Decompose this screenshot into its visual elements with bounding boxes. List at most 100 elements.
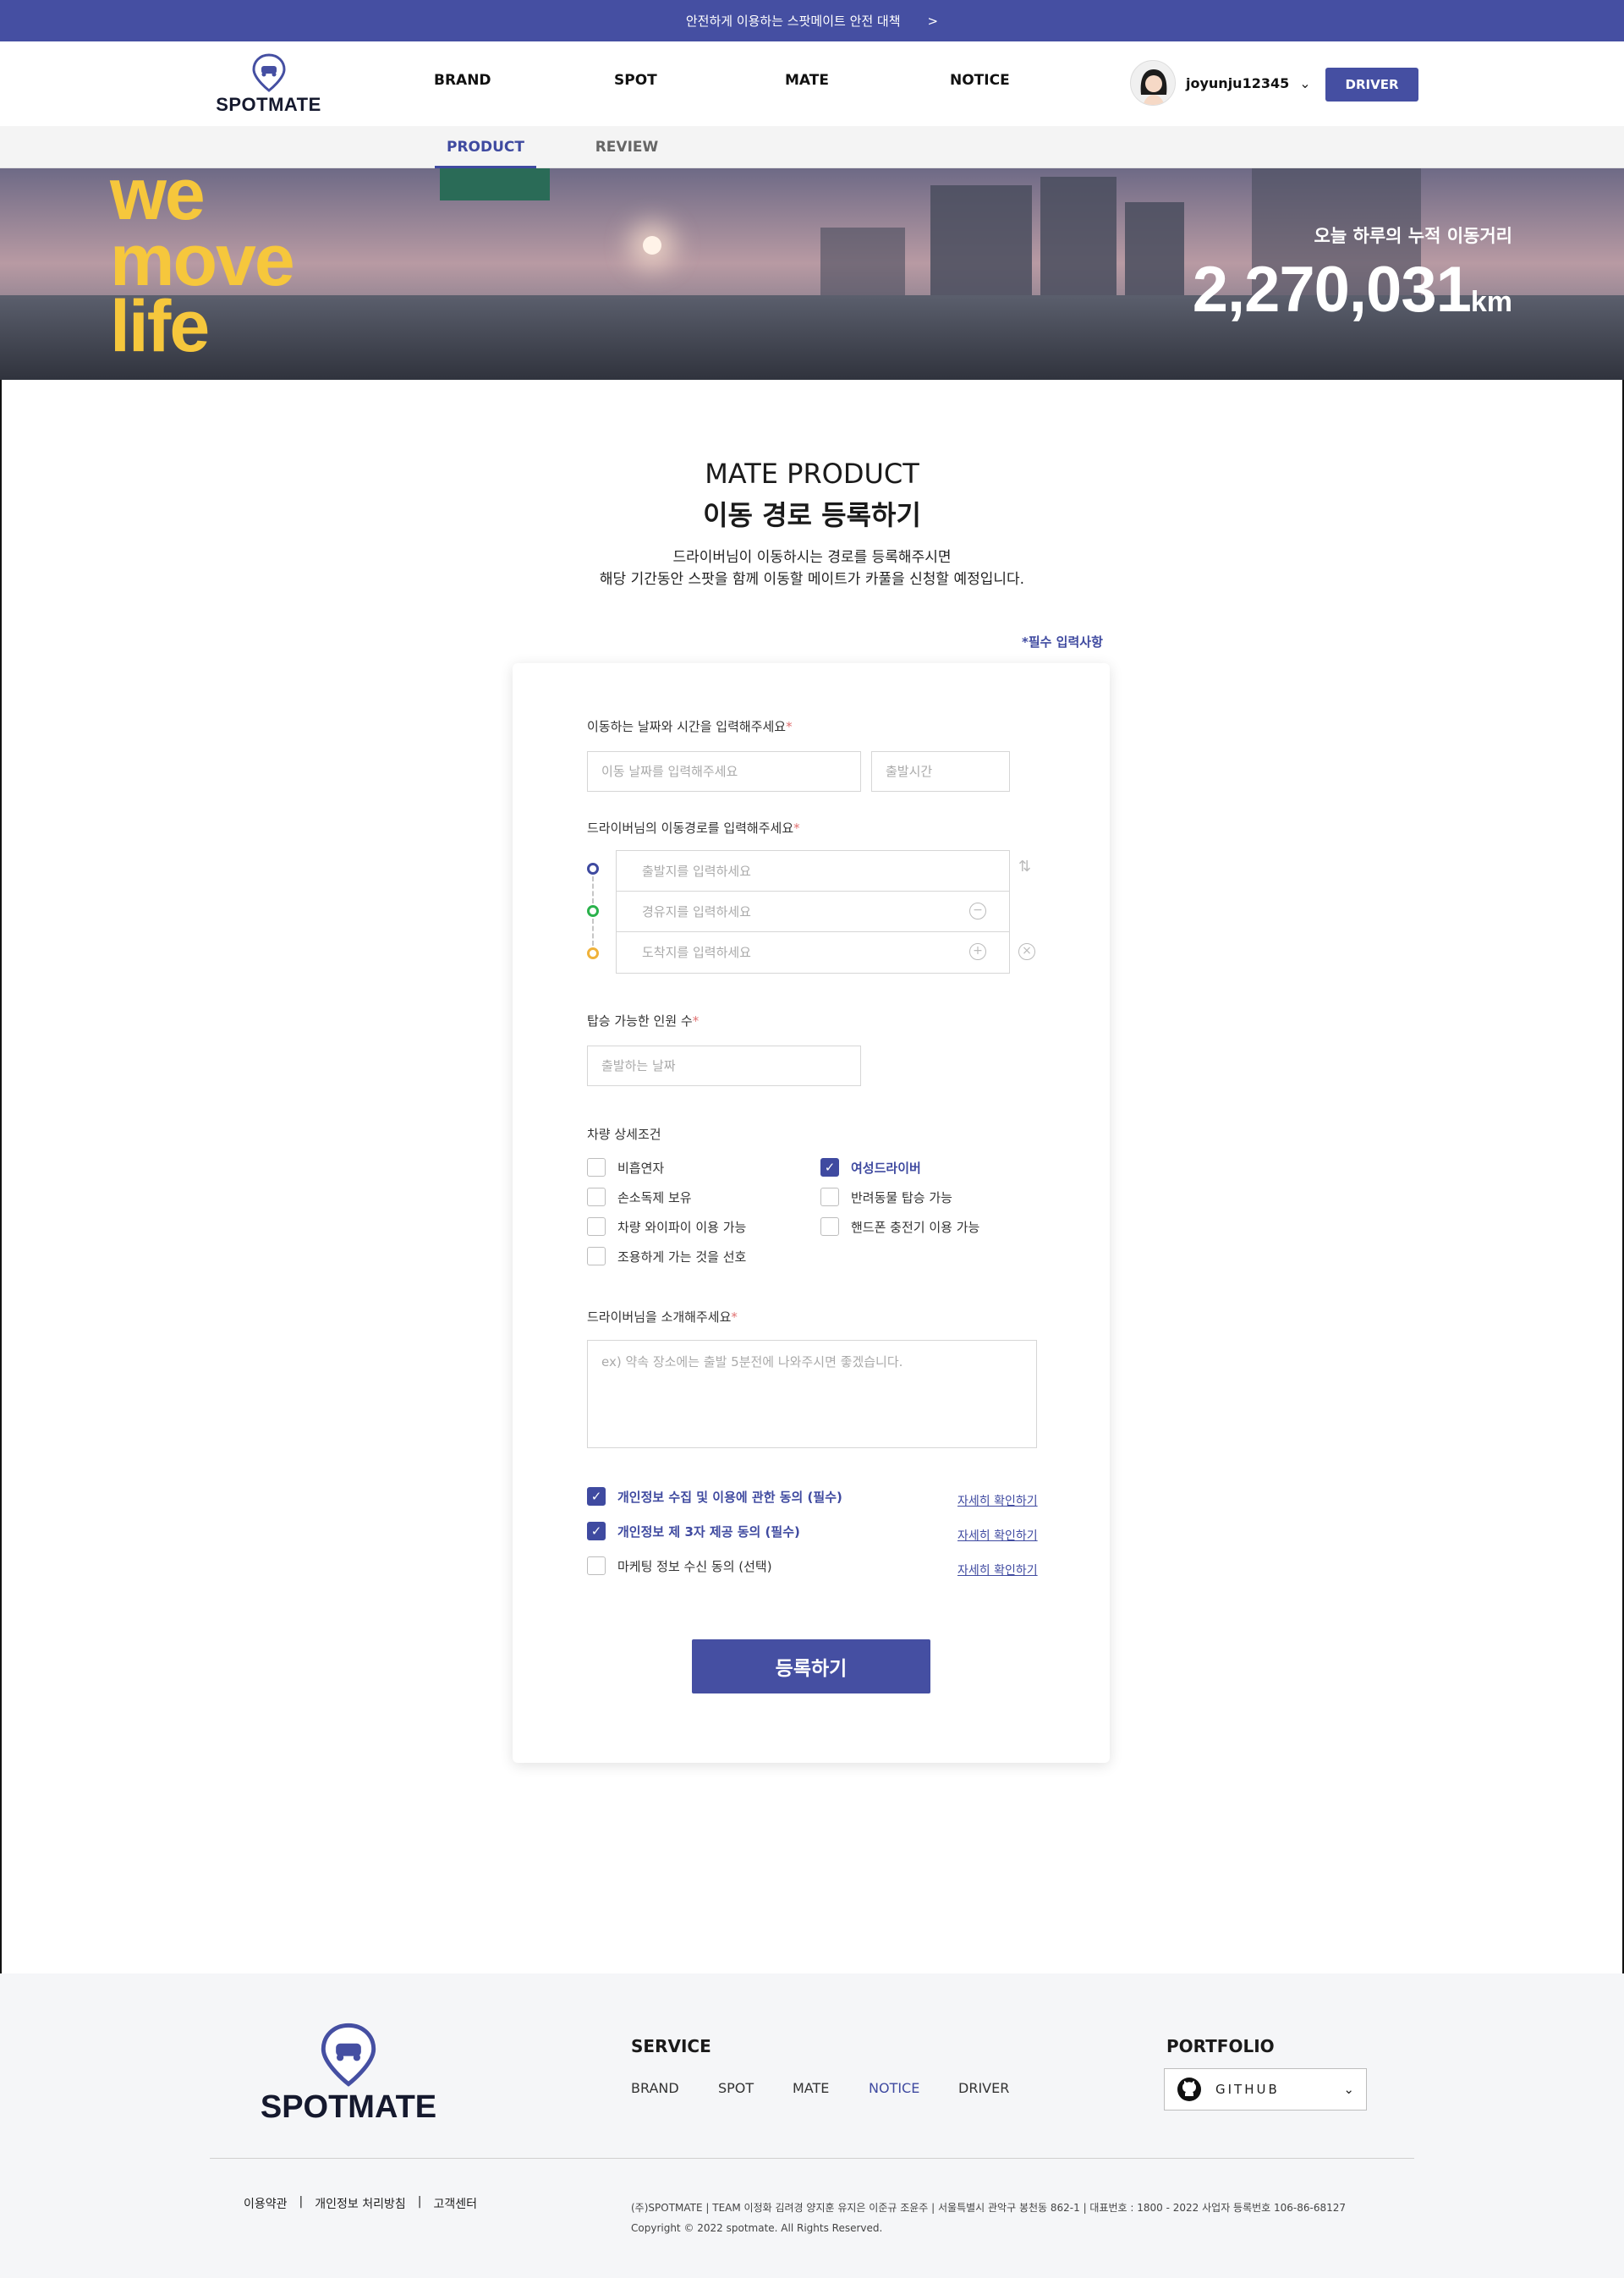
submit-button[interactable]: 등록하기 (692, 1639, 930, 1693)
registration-form-card: 이동하는 날짜와 시간을 입력해주세요* 이동 날짜를 입력해주세요 출발시간 … (513, 663, 1110, 1763)
checkbox-icon[interactable] (820, 1217, 839, 1236)
site-header: SPOTMATE BRAND SPOT MATE NOTICE joyunju1… (0, 41, 1624, 126)
user-menu[interactable]: joyunju12345 ⌄ (1130, 60, 1311, 106)
footer-link-mate[interactable]: MATE (793, 2080, 829, 2096)
nav-brand[interactable]: BRAND (434, 72, 491, 89)
announcement-arrow-icon[interactable]: > (928, 14, 939, 29)
separator: | (417, 2195, 422, 2209)
terms-link[interactable]: 이용약관 (244, 2195, 288, 2212)
route-label: 드라이버님의 이동경로를 입력해주세요* (587, 819, 800, 837)
swap-route-icon[interactable]: ⇅ (1018, 858, 1031, 876)
tab-product[interactable]: PRODUCT (435, 126, 536, 168)
date-input[interactable]: 이동 날짜를 입력해주세요 (587, 751, 861, 792)
clear-destination-icon[interactable]: × (1018, 943, 1035, 960)
sub-navigation: PRODUCT REVIEW (0, 126, 1624, 168)
agreement-checkbox[interactable]: ✓ 개인정보 수집 및 이용에 관한 동의 (필수) (587, 1487, 842, 1506)
hero-slogan: we move life (110, 168, 295, 363)
checkbox-icon[interactable] (587, 1556, 606, 1575)
service-heading: SERVICE (631, 2036, 711, 2056)
option-label: 차량 와이파이 이용 가능 (617, 1219, 747, 1235)
agreement-checkbox[interactable]: 마케팅 정보 수신 동의 (선택) (587, 1556, 772, 1575)
option-checkbox[interactable]: 조용하게 가는 것을 선호 (587, 1247, 746, 1265)
footer-logo[interactable]: SPOTMATE (249, 2022, 448, 2126)
option-checkbox[interactable]: 핸드폰 충전기 이용 가능 (820, 1217, 979, 1236)
checkmark-icon[interactable]: ✓ (587, 1487, 606, 1506)
route-label-text: 드라이버님의 이동경로를 입력해주세요 (587, 821, 794, 836)
option-checkbox[interactable]: 반려동물 탑승 가능 (820, 1188, 952, 1206)
road-sign (440, 168, 550, 200)
page-title-en: MATE PRODUCT (705, 458, 919, 490)
option-checkbox[interactable]: 손소독제 보유 (587, 1188, 692, 1206)
time-input[interactable]: 출발시간 (871, 751, 1010, 792)
github-icon (1177, 2078, 1201, 2101)
building-shape (1040, 177, 1116, 304)
agreement-checkbox[interactable]: ✓ 개인정보 제 3자 제공 동의 (필수) (587, 1522, 800, 1540)
checkbox-icon[interactable] (820, 1188, 839, 1206)
footer-link-spot[interactable]: SPOT (718, 2080, 754, 2096)
building-shape (820, 228, 905, 304)
checkbox-icon[interactable] (587, 1188, 606, 1206)
footer-link-brand[interactable]: BRAND (631, 2080, 679, 2096)
avatar[interactable] (1130, 60, 1176, 106)
nav-mate[interactable]: MATE (785, 72, 829, 89)
intro-label: 드라이버님을 소개해주세요* (587, 1308, 738, 1326)
page-description: 드라이버님이 이동하시는 경로를 등록해주시면 해당 기간동안 스팟을 함께 이… (0, 546, 1624, 590)
option-label: 손소독제 보유 (617, 1189, 692, 1205)
start-input[interactable]: 출발지를 입력하세요 (617, 851, 1009, 892)
option-label: 핸드폰 충전기 이용 가능 (851, 1219, 980, 1235)
add-waypoint-icon[interactable]: + (969, 943, 986, 960)
slogan-line: we (110, 168, 206, 235)
footer-link-notice[interactable]: NOTICE (869, 2080, 919, 2096)
building-shape (1125, 202, 1184, 304)
seats-input[interactable]: 출발하는 날짜 (587, 1046, 861, 1086)
nav-spot[interactable]: SPOT (614, 72, 657, 89)
required-mark: * (692, 1013, 700, 1029)
option-label: 조용하게 가는 것을 선호 (617, 1249, 747, 1265)
tab-review[interactable]: REVIEW (580, 126, 673, 168)
footer-divider (210, 2158, 1414, 2159)
option-checkbox[interactable]: 비흡연자 (587, 1158, 664, 1177)
privacy-policy-link[interactable]: 개인정보 처리방침 (315, 2195, 406, 2212)
description-line: 드라이버님이 이동하시는 경로를 등록해주시면 (672, 549, 952, 566)
checkmark-icon[interactable]: ✓ (587, 1522, 606, 1540)
separator: | (299, 2195, 304, 2209)
seats-label: 탑승 가능한 인원 수* (587, 1012, 699, 1029)
agreement-detail-link[interactable]: 자세히 확인하기 (957, 1492, 1038, 1509)
slogan-line: move (110, 220, 295, 301)
option-label: 여성드라이버 (851, 1160, 921, 1176)
driver-button[interactable]: DRIVER (1325, 68, 1418, 102)
checkbox-icon[interactable] (587, 1247, 606, 1265)
hero-banner: we move life 오늘 하루의 누적 이동거리 2,270,031km (0, 168, 1624, 380)
route-connector (592, 919, 594, 946)
option-checkbox[interactable]: 차량 와이파이 이용 가능 (587, 1217, 746, 1236)
intro-label-text: 드라이버님을 소개해주세요 (587, 1309, 732, 1325)
remove-waypoint-icon[interactable]: − (969, 903, 986, 919)
announcement-bar[interactable]: 안전하게 이용하는 스팟메이트 안전 대책 > (0, 0, 1624, 41)
announcement-text[interactable]: 안전하게 이용하는 스팟메이트 안전 대책 (686, 12, 901, 30)
destination-input[interactable]: 도착지를 입력하세요 (617, 932, 1009, 973)
checkbox-icon[interactable] (587, 1217, 606, 1236)
waypoint-input[interactable]: 경유지를 입력하세요 (617, 892, 1009, 932)
agreement-detail-link[interactable]: 자세히 확인하기 (957, 1527, 1038, 1544)
footer-link-driver[interactable]: DRIVER (958, 2080, 1009, 2096)
footer-logo-text: SPOTMATE (260, 2089, 437, 2125)
nav-notice[interactable]: NOTICE (950, 72, 1010, 89)
agreement-label: 개인정보 제 3자 제공 동의 (필수) (617, 1523, 800, 1540)
distance-counter: 2,270,031km (1193, 253, 1512, 327)
chevron-down-icon[interactable]: ⌄ (1299, 75, 1310, 91)
required-mark: * (786, 719, 793, 734)
github-dropdown[interactable]: GITHUB ⌄ (1164, 2068, 1367, 2111)
option-checkbox[interactable]: ✓ 여성드라이버 (820, 1158, 921, 1177)
description-line: 해당 기간동안 스팟을 함께 이동할 메이트가 카풀을 신청할 예정입니다. (599, 571, 1025, 588)
waypoint-icon (587, 905, 599, 917)
username[interactable]: joyunju12345 (1186, 75, 1289, 91)
checkmark-icon[interactable]: ✓ (820, 1158, 839, 1177)
customer-center-link[interactable]: 고객센터 (433, 2195, 477, 2212)
agreement-label: 개인정보 수집 및 이용에 관한 동의 (필수) (617, 1489, 842, 1505)
chevron-down-icon[interactable]: ⌄ (1343, 2082, 1354, 2097)
intro-textarea[interactable]: ex) 약속 장소에는 출발 5분전에 나와주시면 좋겠습니다. (587, 1340, 1037, 1448)
agreement-detail-link[interactable]: 자세히 확인하기 (957, 1562, 1038, 1578)
logo[interactable]: SPOTMATE (207, 53, 330, 115)
end-point-icon (587, 947, 599, 959)
checkbox-icon[interactable] (587, 1158, 606, 1177)
